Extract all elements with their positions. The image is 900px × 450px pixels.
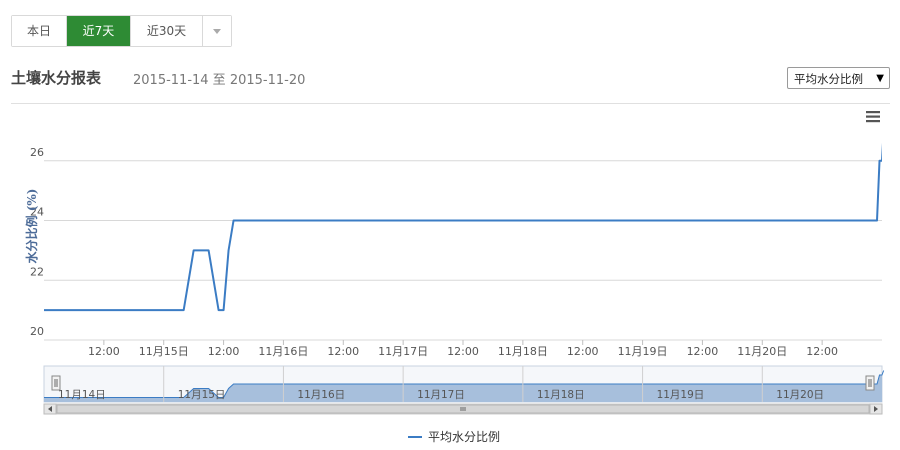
x-tick-label: 12:00 — [567, 345, 599, 358]
page-title: 土壤水分报表 — [11, 69, 102, 87]
x-axis: 12:00 11月15日 12:00 11月16日 12:00 11月17日 12:00 11… — [88, 340, 838, 358]
more-ranges-dropdown[interactable] — [203, 16, 231, 46]
navigator[interactable]: 11月14日 11月15日 11月16日 11月17日 11月18日 11月19日 11月2… — [43, 365, 885, 403]
grid-lines — [44, 160, 882, 341]
navigator-label: 11月19日 — [657, 389, 705, 401]
x-tick-label: 12:00 — [208, 345, 240, 358]
y-tick-label: 26 — [30, 146, 44, 159]
x-tick-label: 12:00 — [327, 345, 359, 358]
metric-select-value: 平均水分比例 — [794, 72, 863, 86]
soil-moisture-chart: 20222426 水分比例 (%) 12:00 11月15日 12:00 11月16日… — [24, 111, 885, 415]
x-tick-label: 11月20日 — [737, 345, 787, 358]
dropdown-arrow-icon: ▼ — [876, 73, 884, 84]
legend-label: 平均水分比例 — [428, 430, 501, 444]
navigator-label: 11月17日 — [417, 389, 465, 401]
tab-last-30-days[interactable]: 近30天 — [131, 16, 203, 46]
navigator-right-handle[interactable] — [865, 375, 875, 391]
metric-select[interactable]: 平均水分比例 ▼ — [787, 67, 890, 89]
x-tick-label: 12:00 — [806, 345, 838, 358]
x-tick-label: 11月16日 — [258, 345, 308, 358]
tab-today[interactable]: 本日 — [12, 16, 67, 46]
navigator-label: 11月16日 — [297, 389, 345, 401]
x-tick-label: 11月18日 — [498, 345, 548, 358]
legend[interactable]: 平均水分比例 — [408, 428, 500, 445]
tab-last-7-days[interactable]: 近7天 — [67, 16, 131, 46]
navigator-left-handle[interactable] — [51, 375, 61, 391]
x-tick-label: 11月15日 — [139, 345, 189, 358]
scrollbar[interactable] — [43, 403, 883, 415]
x-tick-label: 12:00 — [687, 345, 719, 358]
x-tick-label: 12:00 — [447, 345, 479, 358]
navigator-label: 11月14日 — [58, 389, 106, 401]
legend-swatch — [408, 435, 422, 438]
navigator-label: 11月20日 — [776, 389, 824, 401]
chevron-down-icon — [213, 29, 221, 34]
x-tick-label: 11月19日 — [618, 345, 668, 358]
x-tick-label: 12:00 — [88, 345, 120, 358]
y-axis-label: 水分比例 (%) — [24, 189, 39, 264]
y-tick-label: 22 — [30, 265, 44, 278]
navigator-label: 11月15日 — [178, 389, 226, 401]
navigator-label: 11月18日 — [537, 389, 585, 401]
date-range-text: 2015-11-14 至 2015-11-20 — [133, 73, 306, 88]
handle-body — [865, 375, 875, 391]
handle-body — [51, 375, 61, 391]
x-tick-label: 11月17日 — [378, 345, 428, 358]
y-tick-label: 20 — [30, 325, 44, 338]
chart-menu-icon[interactable] — [866, 111, 880, 123]
date-range-tabs: 本日 近7天 近30天 — [11, 15, 232, 47]
